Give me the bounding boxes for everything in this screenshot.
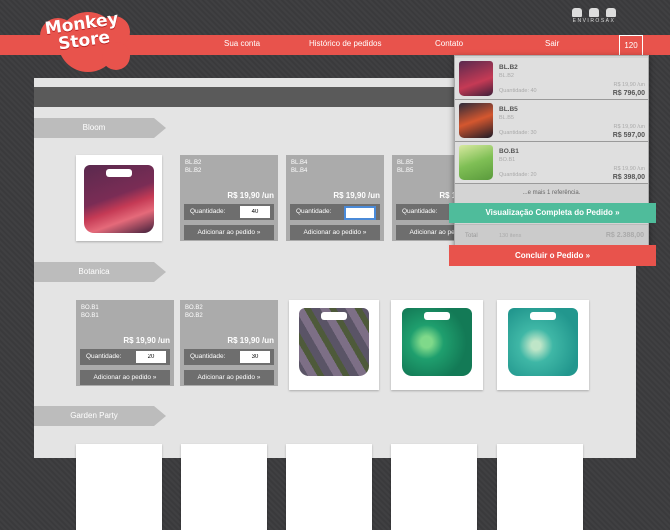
product-image[interactable] — [497, 444, 583, 530]
item-code: BL.B5 — [499, 106, 518, 113]
add-to-order-button[interactable]: Adicionar ao pedido » — [80, 370, 170, 385]
product-image[interactable] — [76, 444, 162, 530]
cart-count-badge[interactable]: 120 — [619, 35, 643, 57]
item-thumbnail — [459, 61, 493, 96]
item-total: R$ 597,00 — [612, 132, 645, 139]
product-price: R$ 19,90 /un — [333, 191, 380, 200]
product-image[interactable] — [289, 300, 379, 390]
item-quantity: Quantidade: 20 — [499, 172, 537, 178]
item-subcode: BL.B5 — [499, 115, 514, 121]
item-quantity: Quantidade: 30 — [499, 130, 537, 136]
quantity-row: Quantidade: — [80, 349, 170, 365]
total-value: R$ 2.388,00 — [605, 232, 644, 239]
product-code: BO.B2 BO.B2 — [185, 305, 203, 319]
item-subcode: BO.B1 — [499, 157, 516, 163]
category-garden-party: Garden Party — [34, 406, 166, 426]
product-code: BL.B4 BL.B4 — [291, 160, 308, 174]
product-card: BL.B2BL.B2 R$ 19,90 /un Quantidade: Adic… — [180, 155, 278, 241]
add-to-order-button[interactable]: Adicionar ao pedido » — [184, 225, 274, 240]
category-bloom: Bloom — [34, 118, 166, 138]
add-to-order-button[interactable]: Adicionar ao pedido » — [290, 225, 380, 240]
bag-icon — [589, 8, 599, 17]
item-total: R$ 398,00 — [612, 174, 645, 181]
item-quantity: Quantidade: 40 — [499, 88, 537, 94]
item-thumbnail — [459, 145, 493, 180]
quantity-input[interactable] — [240, 206, 270, 218]
product-code: BO.B1 BO.B1 — [81, 305, 99, 319]
item-unit-price: R$ 19,90 /un — [613, 166, 646, 172]
product-image[interactable] — [391, 444, 477, 530]
cart-item[interactable]: BO.B1 BO.B1 Quantidade: 20 R$ 19,90 /un … — [455, 142, 648, 184]
quantity-input[interactable] — [344, 206, 376, 220]
item-thumbnail — [459, 103, 493, 138]
quantity-row: Quantidade: — [184, 204, 274, 220]
total-label: Total — [465, 233, 478, 239]
product-price: R$ 19,90 /un — [227, 191, 274, 200]
product-code: BL.B5 BL.B5 — [397, 160, 414, 174]
product-card: BO.B2BO.B2 R$ 19,90 /un Quantidade: Adic… — [180, 300, 278, 386]
add-to-order-button[interactable]: Adicionar ao pedido » — [184, 370, 274, 385]
product-card: BO.B1BO.B1 R$ 19,90 /un Quantidade: Adic… — [76, 300, 174, 386]
bag-image — [84, 165, 154, 233]
quantity-input[interactable] — [136, 351, 166, 363]
nav-contact[interactable]: Contato — [435, 39, 463, 48]
product-price: R$ 19,90 /un — [227, 336, 274, 345]
product-image[interactable] — [391, 300, 483, 390]
item-total: R$ 796,00 — [612, 90, 645, 97]
complete-order-button[interactable]: Concluir o Pedido » — [449, 245, 656, 266]
view-full-order-button[interactable]: Visualização Completa do Pedido » — [449, 203, 656, 223]
more-references-text: ...e mais 1 referência. — [522, 190, 581, 196]
product-card: BL.B4 BL.B4 R$ 19,90 /un Quantidade: Adic… — [286, 155, 384, 241]
product-price: R$ 19,90 /un — [123, 336, 170, 345]
item-unit-price: R$ 19,90 /un — [613, 82, 646, 88]
nav-account[interactable]: Sua conta — [224, 39, 260, 48]
product-code: BL.B2 BL.B2 — [185, 160, 202, 174]
item-unit-price: R$ 19,90 /un — [613, 124, 646, 130]
cart-item[interactable]: BL.B2 BL.B2 Quantidade: 40 R$ 19,90 /un … — [455, 58, 648, 100]
bag-icon — [606, 8, 616, 17]
bag-image — [299, 308, 369, 376]
cart-item[interactable]: BL.B5 BL.B5 Quantidade: 30 R$ 19,90 /un … — [455, 100, 648, 142]
product-image[interactable] — [286, 444, 372, 530]
quantity-row: Quantidade: — [290, 204, 380, 220]
product-image[interactable] — [181, 444, 267, 530]
bag-icon — [572, 8, 582, 17]
category-botanica: Botanica — [34, 262, 166, 282]
nav-logout[interactable]: Sair — [545, 39, 559, 48]
quantity-row: Quantidade: — [184, 349, 274, 365]
bag-image — [402, 308, 472, 376]
total-items: 130 itens — [499, 233, 522, 239]
product-image[interactable] — [76, 155, 162, 241]
envirosax-logo: ENVIROSAX — [568, 8, 620, 24]
item-code: BL.B2 — [499, 64, 518, 71]
quantity-input[interactable] — [240, 351, 270, 363]
nav-history[interactable]: Histórico de pedidos — [309, 39, 381, 48]
item-subcode: BL.B2 — [499, 73, 514, 79]
product-image[interactable] — [497, 300, 589, 390]
partner-name: ENVIROSAX — [572, 18, 616, 24]
item-code: BO.B1 — [499, 148, 519, 155]
bag-image — [508, 308, 578, 376]
